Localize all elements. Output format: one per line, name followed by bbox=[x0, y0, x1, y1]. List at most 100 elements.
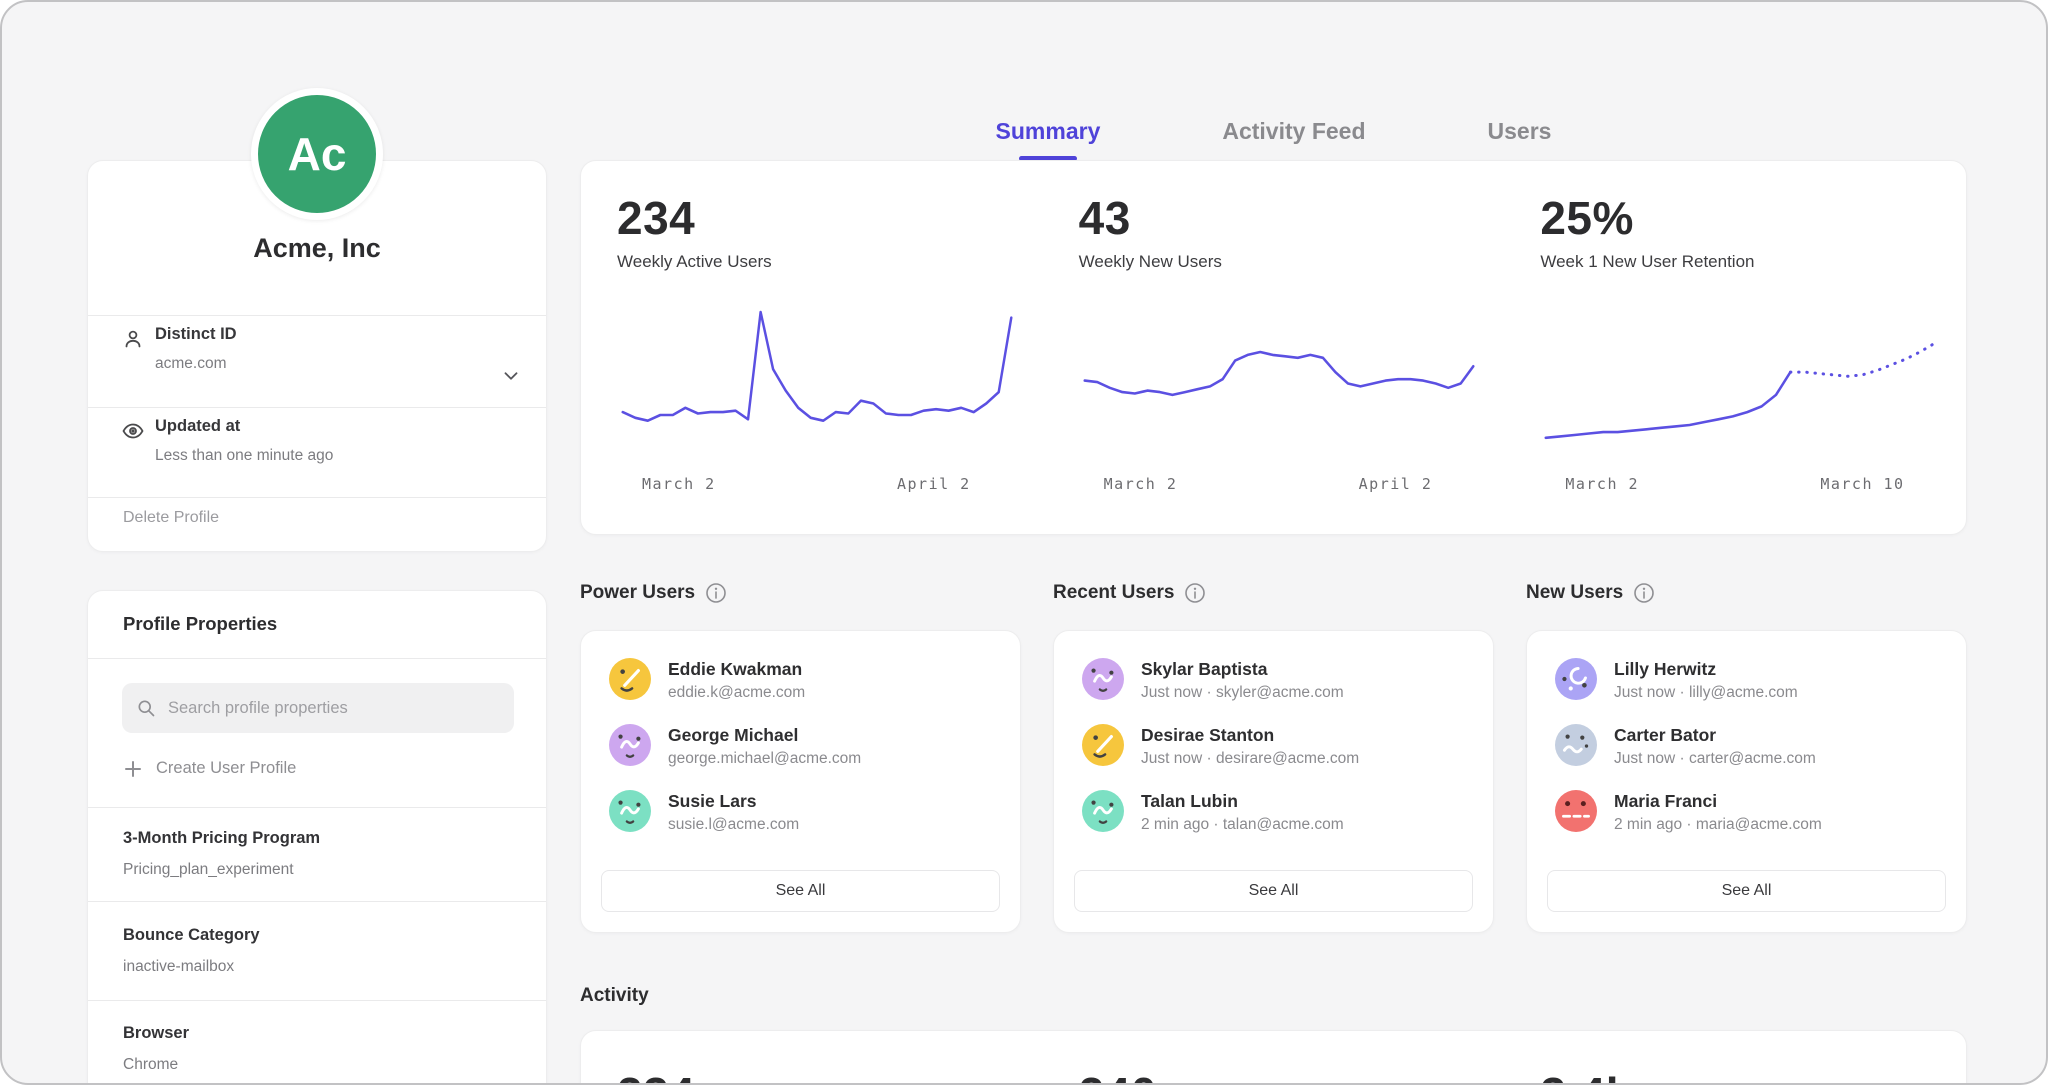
plus-icon bbox=[124, 760, 142, 778]
section-title: New Users bbox=[1526, 582, 1623, 604]
power-users-section: Power Users Eddie Kwakman eddie.k@acme.c… bbox=[580, 579, 1021, 933]
user-avatar bbox=[609, 658, 651, 700]
stat-label: Weekly New Users bbox=[1079, 252, 1505, 272]
info-icon[interactable] bbox=[705, 582, 727, 604]
user-meta: Just now · lilly@acme.com bbox=[1614, 684, 1798, 702]
see-all-button[interactable]: See All bbox=[1074, 870, 1473, 912]
stat-value: 43 bbox=[1079, 191, 1505, 245]
see-all-button[interactable]: See All bbox=[601, 870, 1000, 912]
user-name: Maria Franci bbox=[1614, 790, 1822, 812]
user-meta: Just now · skyler@acme.com bbox=[1141, 684, 1344, 702]
user-row[interactable]: Maria Franci 2 min ago · maria@acme.com bbox=[1555, 790, 1938, 856]
user-avatar bbox=[609, 790, 651, 832]
profile-page: Ac Acme, Inc Distinct ID acme.com Update… bbox=[0, 0, 2048, 1085]
stat-value: 234 bbox=[617, 191, 1043, 245]
tab-bar: Summary Activity Feed Users bbox=[580, 118, 1967, 159]
user-row[interactable]: Carter Bator Just now · carter@acme.com bbox=[1555, 724, 1938, 790]
user-email: george.michael@acme.com bbox=[668, 750, 861, 768]
user-meta: 2 min ago · maria@acme.com bbox=[1614, 816, 1822, 834]
weekly-active-users-chart: March 2 April 2 bbox=[617, 306, 1017, 499]
user-avatar bbox=[1555, 790, 1597, 832]
activity-stat: 3.4k bbox=[1540, 1067, 1966, 1085]
new-users-section: New Users Lilly Herwitz Just now · lilly… bbox=[1526, 579, 1967, 933]
stat-label: Week 1 New User Retention bbox=[1540, 252, 1966, 272]
user-meta: Just now · carter@acme.com bbox=[1614, 750, 1816, 768]
divider bbox=[88, 658, 546, 659]
x-tick: March 2 bbox=[1104, 475, 1178, 493]
create-user-profile-label: Create User Profile bbox=[156, 759, 296, 778]
person-icon bbox=[121, 327, 145, 351]
property-value: Pricing_plan_experiment bbox=[123, 861, 294, 879]
divider bbox=[88, 315, 546, 316]
profile-properties-title: Profile Properties bbox=[123, 613, 277, 635]
section-title: Power Users bbox=[580, 582, 695, 604]
user-avatar bbox=[1082, 790, 1124, 832]
search-profile-properties[interactable] bbox=[122, 683, 514, 733]
user-meta: 2 min ago · talan@acme.com bbox=[1141, 816, 1344, 834]
x-tick: March 2 bbox=[1565, 475, 1639, 493]
user-row[interactable]: Susie Lars susie.l@acme.com bbox=[609, 790, 992, 856]
weekly-active-users-panel: 234 Weekly Active Users March 2 April 2 bbox=[581, 191, 1043, 534]
eye-icon bbox=[121, 419, 145, 443]
x-tick: March 2 bbox=[642, 475, 716, 493]
recent-users-card: Skylar Baptista Just now · skyler@acme.c… bbox=[1053, 630, 1494, 933]
search-icon bbox=[136, 698, 156, 718]
new-users-card: Lilly Herwitz Just now · lilly@acme.com … bbox=[1526, 630, 1967, 933]
user-row[interactable]: Talan Lubin 2 min ago · talan@acme.com bbox=[1082, 790, 1465, 856]
updated-at-value: Less than one minute ago bbox=[155, 447, 333, 465]
user-row[interactable]: Desirae Stanton Just now · desirare@acme… bbox=[1082, 724, 1465, 790]
user-avatar bbox=[1555, 724, 1597, 766]
x-tick: April 2 bbox=[1359, 475, 1433, 493]
search-input[interactable] bbox=[166, 698, 500, 719]
property-value: inactive-mailbox bbox=[123, 958, 234, 976]
weekly-new-users-panel: 43 Weekly New Users March 2 April 2 bbox=[1043, 191, 1505, 534]
company-name: Acme, Inc bbox=[88, 233, 546, 264]
app-window: Ac Acme, Inc Distinct ID acme.com Update… bbox=[0, 0, 2048, 1085]
user-avatar bbox=[1082, 724, 1124, 766]
activity-stat: 240 bbox=[1079, 1067, 1505, 1085]
user-name: Skylar Baptista bbox=[1141, 658, 1344, 680]
weekly-new-users-chart: March 2 April 2 bbox=[1079, 306, 1479, 499]
tab-summary[interactable]: Summary bbox=[996, 118, 1101, 159]
divider bbox=[88, 901, 546, 902]
user-name: Carter Bator bbox=[1614, 724, 1816, 746]
activity-card: 234 240 3.4k bbox=[580, 1030, 1967, 1085]
divider bbox=[88, 407, 546, 408]
divider bbox=[88, 1000, 546, 1001]
info-icon[interactable] bbox=[1633, 582, 1655, 604]
stat-label: Weekly Active Users bbox=[617, 252, 1043, 272]
user-row[interactable]: George Michael george.michael@acme.com bbox=[609, 724, 992, 790]
user-name: Desirae Stanton bbox=[1141, 724, 1359, 746]
user-name: George Michael bbox=[668, 724, 861, 746]
tab-users[interactable]: Users bbox=[1488, 118, 1552, 159]
user-row[interactable]: Skylar Baptista Just now · skyler@acme.c… bbox=[1082, 658, 1465, 724]
tab-activity-feed[interactable]: Activity Feed bbox=[1222, 118, 1365, 159]
company-avatar: Ac bbox=[251, 88, 383, 220]
x-tick: April 2 bbox=[897, 475, 971, 493]
chevron-down-icon[interactable] bbox=[500, 365, 522, 387]
property-name: Bounce Category bbox=[123, 926, 260, 945]
user-row[interactable]: Lilly Herwitz Just now · lilly@acme.com bbox=[1555, 658, 1938, 724]
stat-value: 25% bbox=[1540, 191, 1966, 245]
user-email: eddie.k@acme.com bbox=[668, 684, 805, 702]
user-row[interactable]: Eddie Kwakman eddie.k@acme.com bbox=[609, 658, 992, 724]
user-meta: Just now · desirare@acme.com bbox=[1141, 750, 1359, 768]
user-sections: Power Users Eddie Kwakman eddie.k@acme.c… bbox=[580, 579, 1967, 933]
updated-at-label: Updated at bbox=[155, 417, 240, 436]
divider bbox=[88, 807, 546, 808]
retention-panel: 25% Week 1 New User Retention March 2 Ma… bbox=[1504, 191, 1966, 534]
user-avatar bbox=[1082, 658, 1124, 700]
property-name: Browser bbox=[123, 1024, 189, 1043]
distinct-id-label: Distinct ID bbox=[155, 325, 237, 344]
activity-stat: 234 bbox=[617, 1067, 1043, 1085]
user-avatar bbox=[609, 724, 651, 766]
delete-profile-button[interactable]: Delete Profile bbox=[123, 509, 219, 527]
user-name: Lilly Herwitz bbox=[1614, 658, 1798, 680]
see-all-button[interactable]: See All bbox=[1547, 870, 1946, 912]
user-name: Susie Lars bbox=[668, 790, 799, 812]
divider bbox=[88, 497, 546, 498]
info-icon[interactable] bbox=[1184, 582, 1206, 604]
company-initials: Ac bbox=[288, 127, 347, 181]
create-user-profile-button[interactable]: Create User Profile bbox=[124, 759, 296, 778]
user-name: Eddie Kwakman bbox=[668, 658, 805, 680]
